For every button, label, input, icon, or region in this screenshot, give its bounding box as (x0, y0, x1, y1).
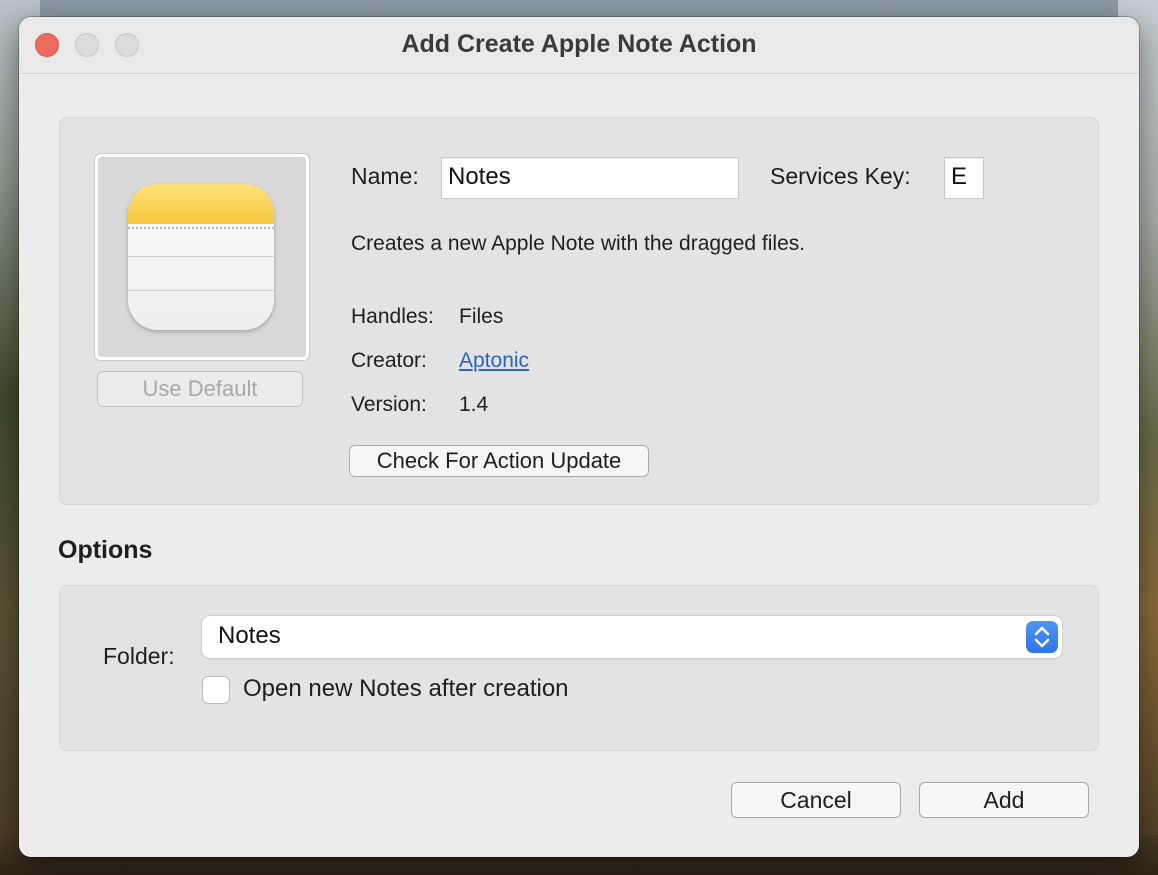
version-label: Version: (351, 393, 427, 416)
options-heading: Options (58, 536, 153, 564)
creator-label: Creator: (351, 349, 427, 372)
handles-value: Files (459, 305, 504, 328)
cancel-button[interactable]: Cancel (731, 782, 901, 818)
version-value: 1.4 (459, 393, 489, 416)
apple-notes-icon (128, 184, 274, 330)
options-panel: Folder: Notes Open new Notes after creat… (59, 585, 1099, 751)
dialog-window: Add Create Apple Note Action Use Default… (19, 17, 1139, 857)
use-default-button[interactable]: Use Default (97, 371, 303, 407)
open-after-creation-label[interactable]: Open new Notes after creation (243, 675, 569, 703)
creator-link[interactable]: Aptonic (459, 349, 529, 373)
action-description: Creates a new Apple Note with the dragge… (351, 232, 806, 255)
check-for-action-update-button[interactable]: Check For Action Update (349, 445, 649, 477)
services-key-field[interactable]: E (944, 157, 984, 199)
folder-label: Folder: (103, 643, 175, 669)
folder-popup-value: Notes (218, 622, 281, 649)
open-after-creation-checkbox[interactable] (202, 676, 230, 704)
add-button[interactable]: Add (919, 782, 1089, 818)
name-field[interactable]: Notes (441, 157, 739, 199)
services-key-label: Services Key: (770, 163, 911, 189)
window-title: Add Create Apple Note Action (401, 30, 757, 58)
title-bar: Add Create Apple Note Action (19, 17, 1139, 74)
folder-popup[interactable]: Notes (202, 616, 1062, 658)
action-info-panel: Use Default Name: Notes Services Key: E … (59, 117, 1099, 505)
handles-label: Handles: (351, 305, 434, 328)
action-icon-well[interactable] (95, 154, 309, 360)
updown-chevron-icon (1026, 621, 1058, 653)
name-label: Name: (351, 163, 419, 189)
